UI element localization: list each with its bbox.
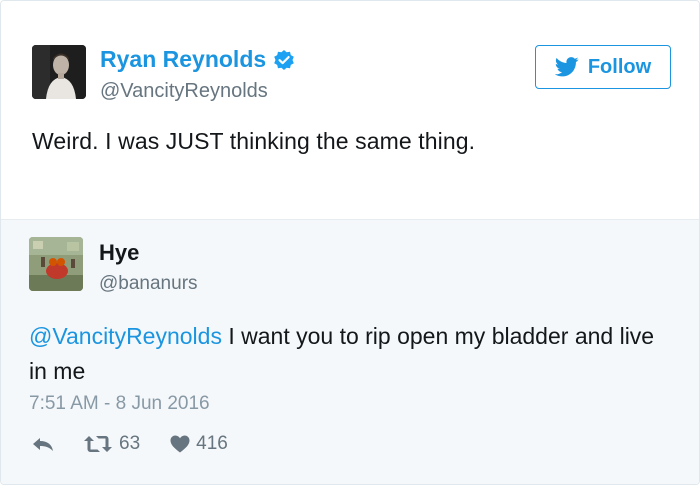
retweet-button[interactable]: 63: [83, 433, 140, 455]
reply-arrow-icon: [33, 438, 53, 451]
reply-timestamp[interactable]: 7:51 AM - 8 Jun 2016: [29, 393, 210, 415]
like-count: 416: [196, 433, 228, 454]
author-name[interactable]: Ryan Reynolds: [100, 46, 295, 73]
follow-button[interactable]: Follow: [535, 45, 671, 89]
action-bar: 63 416: [31, 431, 228, 457]
reply-text: @VancityReynolds I want you to rip open …: [29, 319, 669, 389]
mention-link[interactable]: @VancityReynolds: [29, 323, 222, 349]
retweet-count: 63: [119, 433, 141, 454]
reply-button[interactable]: [31, 434, 55, 454]
reply-author-handle[interactable]: @bananurs: [99, 273, 198, 295]
twitter-bird-icon: [554, 57, 579, 77]
retweet-icon: [84, 436, 112, 452]
verified-badge-icon: [273, 49, 295, 71]
original-tweet: Ryan Reynolds @VancityReynolds Follow We…: [1, 1, 699, 219]
like-button[interactable]: 416: [170, 433, 228, 455]
author-avatar[interactable]: [32, 45, 86, 99]
author-name-text[interactable]: Ryan Reynolds: [100, 46, 266, 73]
follow-label: Follow: [587, 55, 652, 78]
author-handle[interactable]: @VancityReynolds: [100, 80, 268, 103]
reply-author-name[interactable]: Hye: [99, 240, 139, 266]
tweet-embed: Ryan Reynolds @VancityReynolds Follow We…: [0, 0, 700, 485]
heart-icon: [170, 435, 190, 453]
reply-author-avatar[interactable]: [29, 237, 83, 291]
tweet-text: Weird. I was JUST thinking the same thin…: [32, 128, 476, 154]
